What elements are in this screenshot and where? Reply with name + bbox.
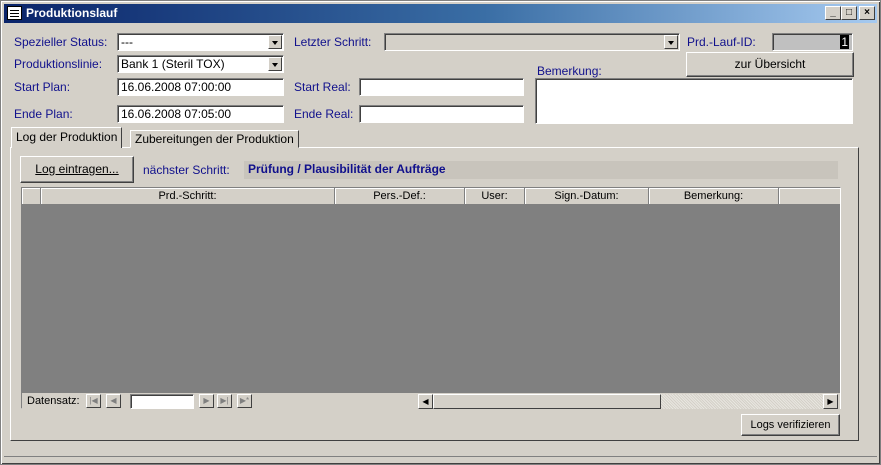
close-button[interactable]: × [859,6,875,20]
dropdown-arrow-icon[interactable] [268,35,282,49]
form-icon [7,6,22,20]
scroll-left-icon[interactable]: ◀ [418,394,433,409]
last-record-icon[interactable]: ▶| [217,394,232,408]
log-datasheet[interactable]: Prd.-Schritt: Pers.-Def.: User: Sign.-Da… [21,187,841,409]
prd-lauf-id-field[interactable]: 1 [772,33,853,51]
record-navigation-bar: Datensatz: |◀ ◀ ▶ ▶| ▶* ◀ ▶ [22,393,840,409]
column-header-sign-datum[interactable]: Sign.-Datum: [525,188,649,205]
horizontal-scrollbar-thumb[interactable] [433,394,661,409]
column-header-prd-schritt[interactable]: Prd.-Schritt: [41,188,335,205]
maximize-button[interactable]: □ [841,6,857,20]
next-record-icon[interactable]: ▶ [199,394,214,408]
prd-lauf-id-value: 1 [840,35,849,49]
spezieller-status-label: Spezieller Status: [14,35,108,49]
ende-plan-label: Ende Plan: [14,107,73,121]
spezieller-status-value: --- [121,35,133,49]
zur-uebersicht-button[interactable]: zur Übersicht [686,52,854,77]
record-selector-header[interactable] [22,188,41,205]
ende-real-field[interactable] [359,105,524,123]
column-header-pers-def[interactable]: Pers.-Def.: [335,188,465,205]
letzter-schritt-combo[interactable] [384,33,680,51]
logs-verifizieren-button[interactable]: Logs verifizieren [741,414,840,436]
first-record-icon[interactable]: |◀ [86,394,101,408]
status-divider [4,456,877,457]
naechster-schritt-label: nächster Schritt: [143,163,230,177]
window-title: Produktionslauf [26,6,118,20]
new-record-icon[interactable]: ▶* [237,394,252,408]
title-bar: Produktionslauf _ □ × [4,4,877,23]
produktionslinie-combo[interactable]: Bank 1 (Steril TOX) [117,55,284,73]
start-real-label: Start Real: [294,80,351,94]
letzter-schritt-label: Letzter Schritt: [294,35,372,49]
minimize-button[interactable]: _ [825,6,841,20]
start-plan-value: 16.06.2008 07:00:00 [121,80,232,94]
bemerkung-textarea[interactable] [535,78,853,124]
column-header-user[interactable]: User: [465,188,525,205]
naechster-schritt-value: Prüfung / Plausibilität der Aufträge [244,161,838,179]
spezieller-status-combo[interactable]: --- [117,33,284,51]
tab-zubereitungen-der-produktion[interactable]: Zubereitungen der Produktion [130,130,299,148]
tab-log-der-produktion[interactable]: Log der Produktion [11,127,123,148]
dropdown-arrow-icon[interactable] [268,57,282,71]
produktionslinie-label: Produktionslinie: [14,57,103,71]
ende-real-label: Ende Real: [294,107,354,121]
start-real-field[interactable] [359,78,524,96]
record-number-input[interactable] [130,394,194,409]
horizontal-scrollbar-track[interactable] [661,394,823,409]
scroll-right-icon[interactable]: ▶ [823,394,838,409]
produktionslinie-value: Bank 1 (Steril TOX) [121,57,225,71]
dropdown-arrow-icon[interactable] [664,35,678,49]
window: Produktionslauf _ □ × Spezieller Status:… [0,0,881,465]
ende-plan-field[interactable]: 16.06.2008 07:05:00 [117,105,284,123]
log-eintragen-button[interactable]: Log eintragen... [20,156,134,183]
bemerkung-label: Bemerkung: [537,64,602,78]
start-plan-label: Start Plan: [14,80,71,94]
column-header-bemerkung[interactable]: Bemerkung: [649,188,779,205]
prd-lauf-id-label: Prd.-Lauf-ID: [687,35,756,49]
ende-plan-value: 16.06.2008 07:05:00 [121,107,232,121]
datensatz-label: Datensatz: [27,395,80,407]
column-header-extra [779,188,840,205]
previous-record-icon[interactable]: ◀ [106,394,121,408]
start-plan-field[interactable]: 16.06.2008 07:00:00 [117,78,284,96]
